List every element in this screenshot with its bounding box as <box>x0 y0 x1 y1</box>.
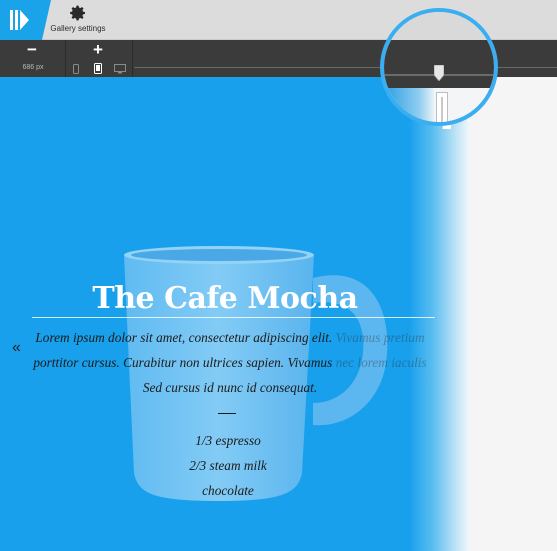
ingredient-item: chocolate <box>202 483 254 498</box>
slide-body-line-1: Lorem ipsum dolor sit amet, consectetur … <box>35 330 425 345</box>
magnifier-callout <box>380 8 498 126</box>
gear-icon <box>70 5 85 21</box>
ingredients-divider <box>218 413 236 414</box>
preview-canvas: « The Cafe Mocha Lorem ipsum dolor sit a… <box>0 77 557 551</box>
zoom-out-cell: − 686 px <box>0 40 66 77</box>
gallery-settings-button[interactable]: Gallery settings <box>48 4 108 38</box>
zoom-out-button[interactable]: − <box>27 41 37 59</box>
title-divider <box>32 317 435 318</box>
gallery-settings-label: Gallery settings <box>50 24 106 33</box>
magnifier-resize-handle[interactable] <box>436 92 448 122</box>
mobile-icon[interactable] <box>73 64 79 74</box>
slide-body-line-3: Sed cursus id nunc id consequat. <box>142 380 318 395</box>
width-readout: 686 px <box>22 64 44 71</box>
ingredient-item: 1/3 espresso <box>195 433 261 448</box>
zoom-in-cell: + <box>66 40 133 77</box>
magnifier-toolbar-area <box>384 12 494 40</box>
tablet-icon[interactable] <box>94 63 102 74</box>
slide-title: The Cafe Mocha <box>92 281 358 316</box>
ingredients-list: 1/3 espresso 2/3 steam milk chocolate <box>128 428 328 503</box>
gallery-logo-button[interactable] <box>0 0 51 40</box>
slider-knob-icon[interactable] <box>434 65 444 81</box>
desktop-icon[interactable] <box>114 64 126 74</box>
slide-body-line-2: porttitor cursus. Curabitur non ultrices… <box>33 355 427 370</box>
gallery-logo-icon <box>10 10 29 30</box>
slide-description: Lorem ipsum dolor sit amet, consectetur … <box>20 325 440 400</box>
zoom-in-button[interactable]: + <box>93 41 103 59</box>
ingredient-item: 2/3 steam milk <box>189 458 267 473</box>
magnifier-stage-edge <box>384 88 434 122</box>
